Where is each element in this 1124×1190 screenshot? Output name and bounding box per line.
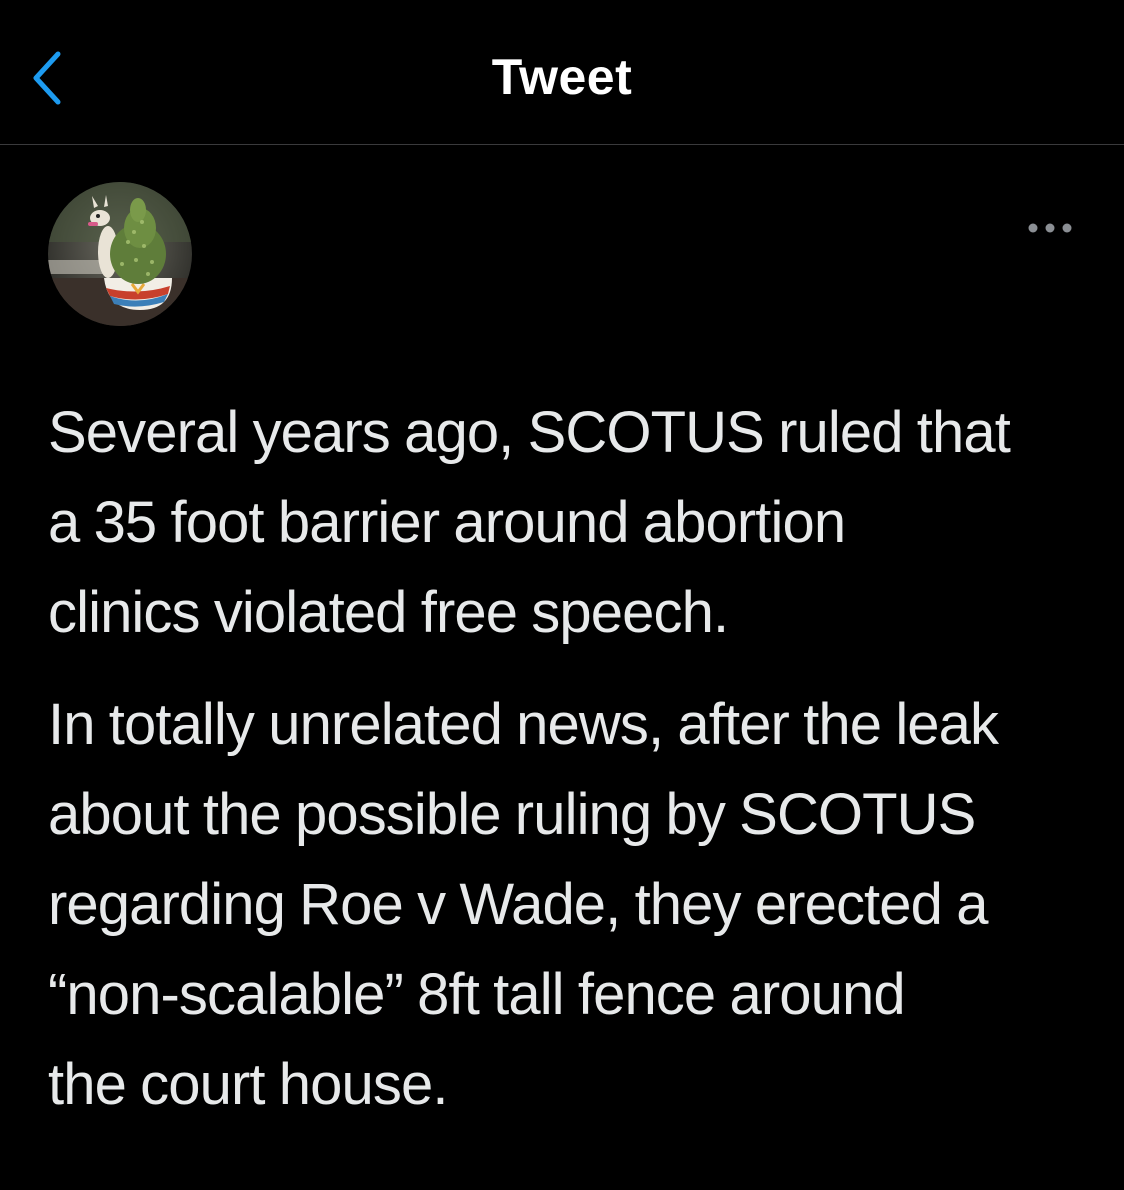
llama-planter-avatar [48, 182, 192, 326]
tweet-paragraph: In totally unrelated news, after the lea… [48, 692, 999, 1117]
tweet-paragraph: Several years ago, SCOTUS ruled that a 3… [48, 400, 1011, 645]
page-title: Tweet [491, 49, 633, 105]
more-options-button[interactable] [1020, 212, 1080, 248]
tweet-text: Several years ago, SCOTUS ruled that a 3… [48, 388, 1098, 1130]
more-horizontal-icon [1027, 221, 1073, 239]
avatar[interactable] [48, 182, 192, 326]
navigation-bar: Tweet [0, 0, 1124, 145]
